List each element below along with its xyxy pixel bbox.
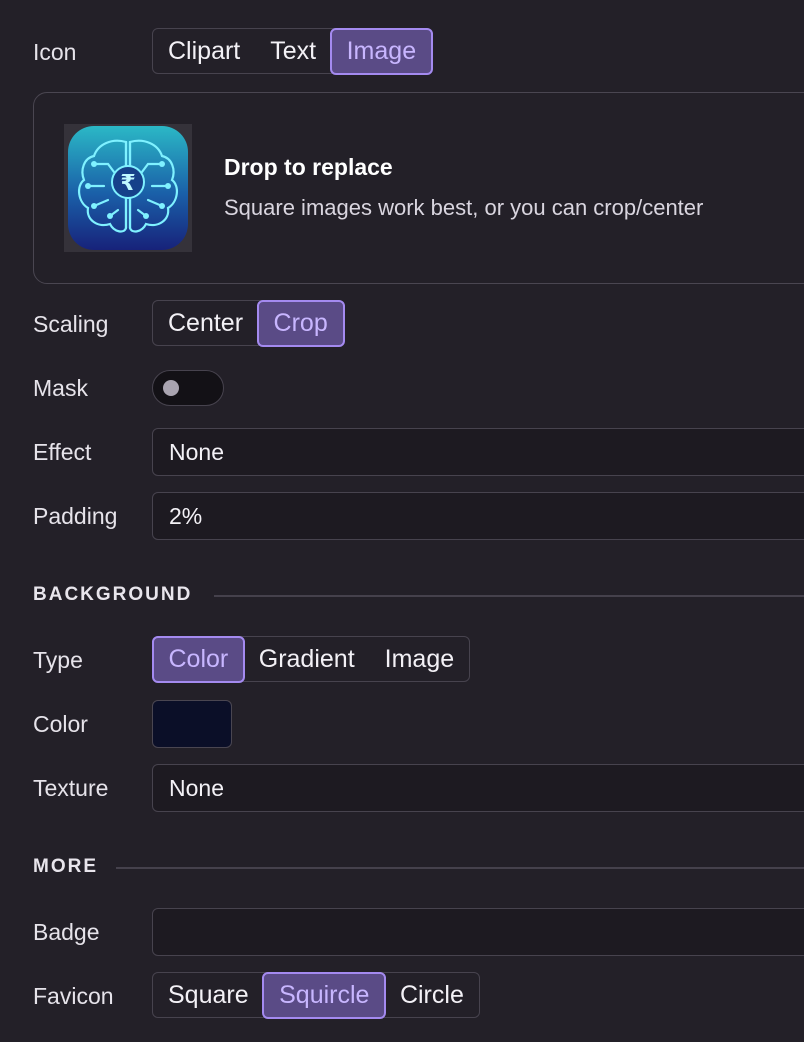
background-color-swatch[interactable] bbox=[152, 700, 232, 748]
scaling-crop[interactable]: Crop bbox=[256, 299, 345, 347]
icon-type-clipart[interactable]: Clipart bbox=[153, 29, 255, 73]
icon-type-image[interactable]: Image bbox=[329, 27, 434, 75]
drop-title: Drop to replace bbox=[224, 154, 393, 180]
badge-input[interactable] bbox=[152, 908, 804, 956]
favicon-segmented: Square Squircle Circle bbox=[152, 971, 480, 1019]
texture-label: Texture bbox=[33, 775, 109, 801]
drop-subtitle: Square images work best, or you can crop… bbox=[224, 195, 704, 220]
scaling-center[interactable]: Center bbox=[153, 301, 258, 345]
background-type-label: Type bbox=[33, 647, 83, 673]
background-type-segmented: Color Gradient Image bbox=[151, 635, 471, 683]
icon-type-text[interactable]: Text bbox=[255, 29, 331, 73]
badge-label: Badge bbox=[33, 919, 100, 945]
background-section-title: BACKGROUND bbox=[33, 584, 193, 605]
padding-label: Padding bbox=[33, 503, 118, 529]
background-section-divider bbox=[214, 595, 804, 597]
toggle-knob bbox=[163, 380, 179, 396]
texture-select[interactable]: None bbox=[152, 764, 804, 812]
brain-rupee-icon: ₹ bbox=[68, 126, 188, 250]
favicon-squircle[interactable]: Squircle bbox=[262, 971, 387, 1019]
mask-toggle[interactable] bbox=[152, 370, 224, 406]
favicon-circle[interactable]: Circle bbox=[385, 973, 479, 1017]
favicon-square[interactable]: Square bbox=[153, 973, 264, 1017]
background-type-image[interactable]: Image bbox=[370, 637, 469, 681]
svg-text:₹: ₹ bbox=[120, 171, 135, 196]
effect-select[interactable]: None bbox=[152, 428, 804, 476]
effect-label: Effect bbox=[33, 439, 92, 465]
background-type-gradient[interactable]: Gradient bbox=[244, 637, 370, 681]
icon-label: Icon bbox=[33, 39, 77, 65]
background-color-label: Color bbox=[33, 711, 88, 737]
scaling-segmented: Center Crop bbox=[152, 299, 345, 347]
mask-label: Mask bbox=[33, 375, 88, 401]
icon-type-segmented: Clipart Text Image bbox=[152, 27, 434, 75]
padding-input[interactable]: 2% bbox=[152, 492, 804, 540]
icon-image-preview: ₹ bbox=[64, 124, 192, 252]
more-section-title: MORE bbox=[33, 856, 98, 877]
more-section-divider bbox=[116, 867, 804, 869]
favicon-label: Favicon bbox=[33, 983, 114, 1009]
scaling-label: Scaling bbox=[33, 311, 109, 337]
background-type-color[interactable]: Color bbox=[151, 635, 246, 683]
